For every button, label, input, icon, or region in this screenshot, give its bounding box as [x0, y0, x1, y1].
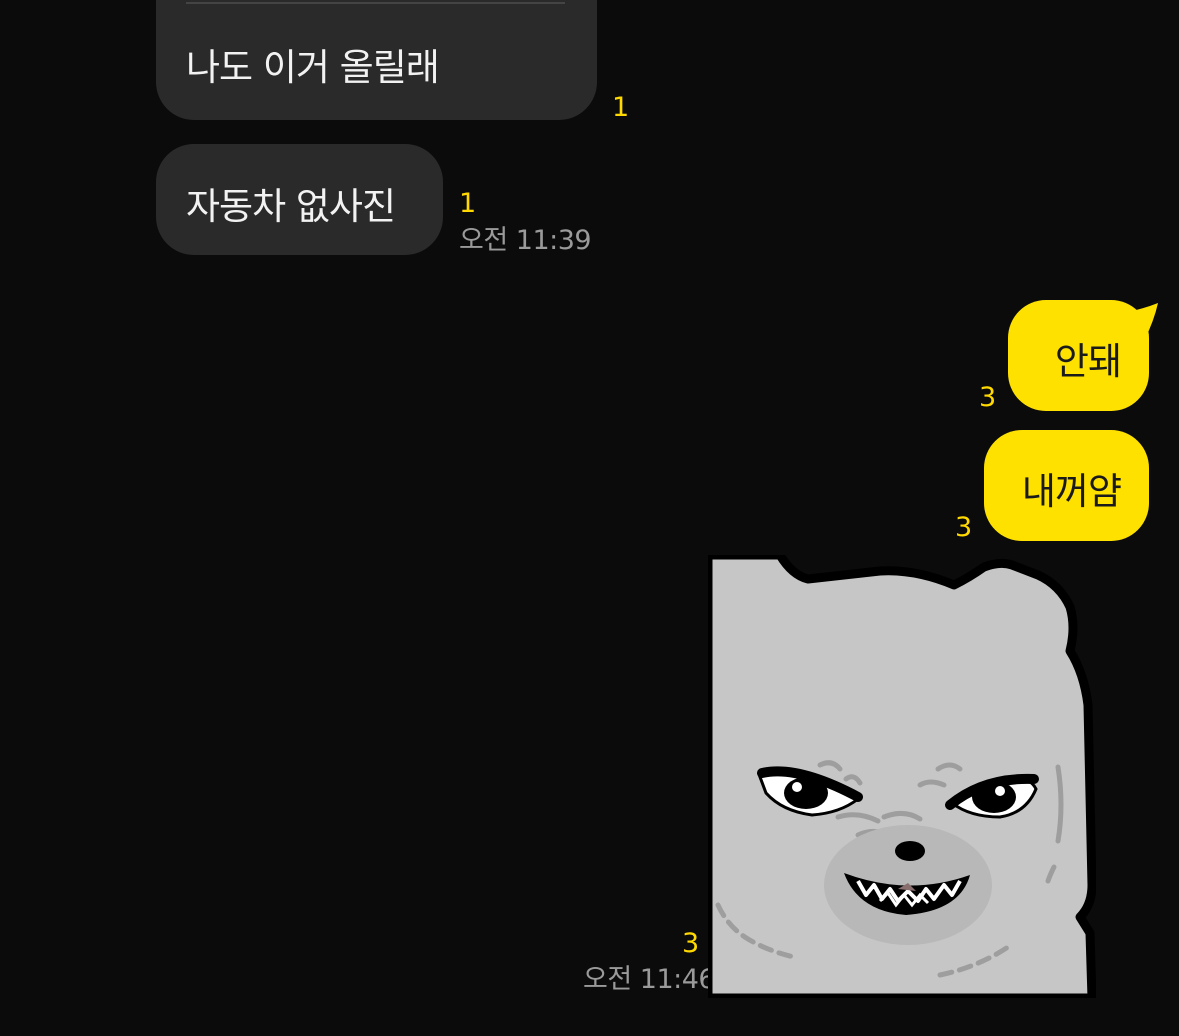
unread-count: 1 [459, 188, 477, 219]
unread-count: 3 [682, 928, 700, 959]
bubble-divider [186, 2, 565, 4]
message-timestamp: 오전 11:39 [459, 225, 592, 256]
message-text: 나도 이거 올릴래 [186, 46, 440, 89]
chat-screen: 나도 이거 올릴래 1 자동차 없사진 1 오전 11:39 안돼 3 내꺼얌 … [0, 0, 1179, 1036]
message-text: 자동차 없사진 [186, 185, 396, 228]
message-text: 안돼 [1054, 340, 1122, 383]
incoming-message-bubble[interactable]: 나도 이거 올릴래 [156, 0, 597, 120]
outgoing-message-bubble[interactable]: 내꺼얌 [984, 430, 1149, 541]
outgoing-message-bubble[interactable]: 안돼 [1008, 300, 1149, 411]
angry-bear-sticker[interactable] [708, 555, 1096, 998]
unread-count: 1 [612, 92, 630, 123]
message-text: 내꺼얌 [1021, 470, 1122, 513]
unread-count: 3 [979, 382, 997, 413]
message-timestamp: 오전 11:46 [583, 964, 716, 995]
unread-count: 3 [955, 512, 973, 543]
incoming-message-bubble[interactable]: 자동차 없사진 [156, 144, 443, 255]
